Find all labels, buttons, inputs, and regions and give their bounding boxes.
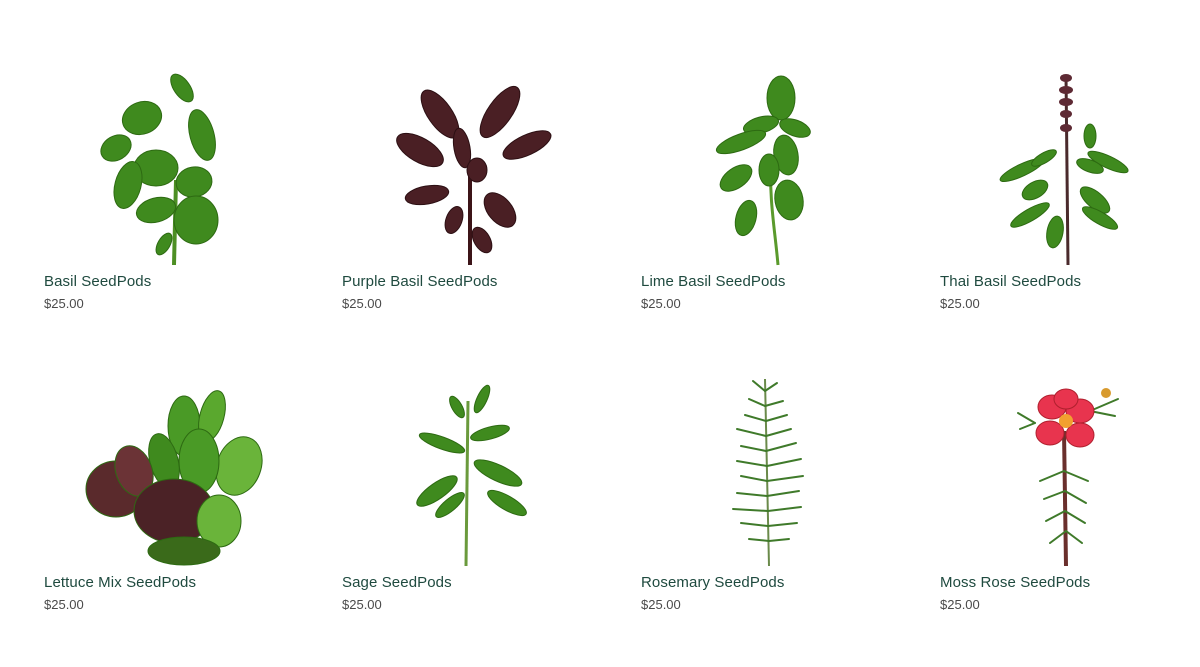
product-card-sage[interactable]: Sage SeedPods $25.00 xyxy=(342,371,602,651)
product-name[interactable]: Basil SeedPods xyxy=(44,273,151,290)
product-card-thai-basil[interactable]: Thai Basil SeedPods $25.00 xyxy=(940,70,1200,350)
product-name[interactable]: Thai Basil SeedPods xyxy=(940,273,1081,290)
product-price: $25.00 xyxy=(342,597,382,612)
product-card-basil[interactable]: Basil SeedPods $25.00 xyxy=(44,70,304,350)
thai-basil-plant-icon[interactable] xyxy=(940,70,1200,270)
basil-plant-icon[interactable] xyxy=(44,70,304,270)
product-name[interactable]: Purple Basil SeedPods xyxy=(342,273,498,290)
product-price: $25.00 xyxy=(641,296,681,311)
product-name[interactable]: Rosemary SeedPods xyxy=(641,574,784,591)
lettuce-mix-plant-icon[interactable] xyxy=(44,371,304,571)
product-name[interactable]: Lime Basil SeedPods xyxy=(641,273,785,290)
sage-plant-icon[interactable] xyxy=(342,371,602,571)
product-grid: Basil SeedPods $25.00 Purple Basil SeedP… xyxy=(0,0,1200,667)
product-price: $25.00 xyxy=(940,597,980,612)
product-card-lime-basil[interactable]: Lime Basil SeedPods $25.00 xyxy=(641,70,901,350)
product-card-lettuce-mix[interactable]: Lettuce Mix SeedPods $25.00 xyxy=(44,371,304,651)
product-name[interactable]: Sage SeedPods xyxy=(342,574,452,591)
product-card-purple-basil[interactable]: Purple Basil SeedPods $25.00 xyxy=(342,70,602,350)
rosemary-plant-icon[interactable] xyxy=(641,371,901,571)
product-card-rosemary[interactable]: Rosemary SeedPods $25.00 xyxy=(641,371,901,651)
product-price: $25.00 xyxy=(641,597,681,612)
product-price: $25.00 xyxy=(342,296,382,311)
product-price: $25.00 xyxy=(940,296,980,311)
product-price: $25.00 xyxy=(44,597,84,612)
product-name[interactable]: Moss Rose SeedPods xyxy=(940,574,1090,591)
product-name[interactable]: Lettuce Mix SeedPods xyxy=(44,574,196,591)
product-price: $25.00 xyxy=(44,296,84,311)
purple-basil-plant-icon[interactable] xyxy=(342,70,602,270)
lime-basil-plant-icon[interactable] xyxy=(641,70,901,270)
product-card-moss-rose[interactable]: Moss Rose SeedPods $25.00 xyxy=(940,371,1200,651)
moss-rose-plant-icon[interactable] xyxy=(940,371,1200,571)
